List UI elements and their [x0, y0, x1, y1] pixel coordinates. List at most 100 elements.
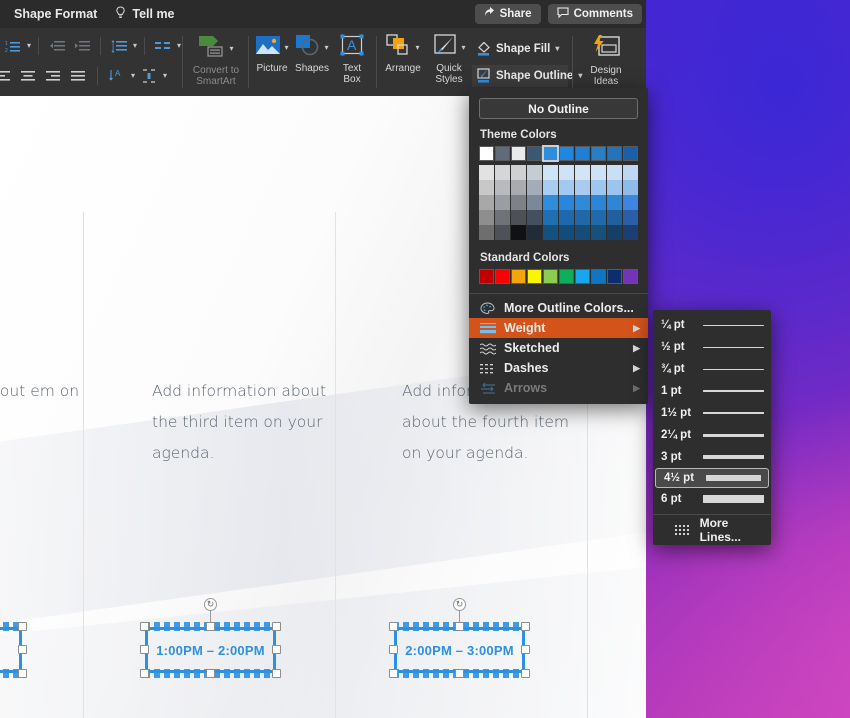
- standard-color-swatch[interactable]: [527, 269, 542, 284]
- weight-option[interactable]: 4½ pt: [655, 468, 769, 488]
- align-center-button[interactable]: [17, 66, 39, 86]
- smartart-caret-icon[interactable]: ▾: [229, 45, 233, 53]
- theme-color-swatch[interactable]: [591, 195, 606, 210]
- theme-color-swatch[interactable]: [607, 210, 622, 225]
- theme-color-swatch[interactable]: [527, 210, 542, 225]
- theme-color-swatch[interactable]: [511, 146, 526, 161]
- weight-option[interactable]: 1½ pt: [653, 402, 771, 424]
- weight-option[interactable]: 6 pt: [653, 488, 771, 510]
- shapes-caret-icon[interactable]: ▾: [324, 44, 328, 52]
- theme-color-swatch[interactable]: [575, 165, 590, 180]
- shape-fill-caret-icon[interactable]: ▾: [555, 45, 559, 53]
- theme-color-swatch[interactable]: [559, 195, 574, 210]
- theme-color-swatch[interactable]: [591, 210, 606, 225]
- theme-color-swatch[interactable]: [575, 146, 590, 161]
- resize-handle[interactable]: [18, 645, 27, 654]
- resize-handle[interactable]: [389, 622, 398, 631]
- theme-color-swatch[interactable]: [543, 210, 558, 225]
- theme-color-swatch[interactable]: [511, 180, 526, 195]
- menu-item-weight[interactable]: Weight▶: [469, 318, 648, 338]
- theme-color-swatch[interactable]: [495, 225, 510, 240]
- theme-color-swatch[interactable]: [591, 225, 606, 240]
- theme-color-swatch[interactable]: [495, 165, 510, 180]
- standard-color-swatch[interactable]: [479, 269, 494, 284]
- theme-color-swatch[interactable]: [559, 180, 574, 195]
- theme-color-swatch[interactable]: [527, 165, 542, 180]
- standard-color-swatch[interactable]: [495, 269, 510, 284]
- time-textbox[interactable]: 1:00PM – 2:00PM ↻: [145, 627, 276, 673]
- increase-indent-button[interactable]: [71, 36, 93, 56]
- quick-styles-caret-icon[interactable]: ▾: [461, 44, 465, 52]
- align-right-button[interactable]: [42, 66, 64, 86]
- theme-color-swatch[interactable]: [479, 146, 494, 161]
- weight-option[interactable]: 3 pt: [653, 446, 771, 468]
- resize-handle[interactable]: [140, 622, 149, 631]
- text-direction-button[interactable]: A: [106, 66, 128, 86]
- design-ideas-button[interactable]: Design Ideas: [576, 28, 636, 87]
- weight-option[interactable]: 2¼ pt: [653, 424, 771, 446]
- standard-color-swatch[interactable]: [591, 269, 606, 284]
- theme-color-swatch[interactable]: [575, 195, 590, 210]
- tab-shape-format[interactable]: Shape Format: [0, 0, 106, 28]
- resize-handle[interactable]: [389, 669, 398, 678]
- share-button[interactable]: Share: [475, 4, 541, 24]
- theme-color-swatch[interactable]: [495, 146, 510, 161]
- line-spacing-caret-icon[interactable]: ▾: [133, 42, 137, 50]
- resize-handle[interactable]: [521, 622, 530, 631]
- theme-color-swatch[interactable]: [495, 180, 510, 195]
- resize-handle[interactable]: [272, 622, 281, 631]
- agenda-item-text[interactable]: Add information about the third item on …: [152, 376, 327, 469]
- standard-color-swatch[interactable]: [575, 269, 590, 284]
- weight-option[interactable]: ½ pt: [653, 336, 771, 358]
- agenda-item-text[interactable]: ion about em on: [0, 376, 82, 407]
- theme-color-swatch[interactable]: [479, 195, 494, 210]
- align-text-caret-icon[interactable]: ▾: [163, 72, 167, 80]
- theme-color-swatch[interactable]: [575, 210, 590, 225]
- picture-button[interactable]: ▾ Picture: [252, 28, 292, 96]
- theme-color-swatch[interactable]: [559, 146, 574, 161]
- theme-color-swatch[interactable]: [479, 180, 494, 195]
- theme-color-swatch[interactable]: [607, 180, 622, 195]
- align-left-button[interactable]: [0, 66, 14, 86]
- arrange-button[interactable]: ▾ Arrange: [380, 28, 426, 96]
- justify-button[interactable]: [67, 66, 89, 86]
- text-direction-caret-icon[interactable]: ▾: [131, 72, 135, 80]
- resize-handle[interactable]: [140, 645, 149, 654]
- theme-color-swatch[interactable]: [527, 180, 542, 195]
- theme-color-swatch[interactable]: [623, 165, 638, 180]
- resize-handle[interactable]: [18, 622, 27, 631]
- rotate-handle[interactable]: ↻: [204, 598, 217, 611]
- numbered-list-button[interactable]: 12: [2, 36, 24, 56]
- menu-item-dashes[interactable]: Dashes▶: [469, 358, 648, 378]
- theme-color-swatch[interactable]: [479, 225, 494, 240]
- resize-handle[interactable]: [272, 645, 281, 654]
- resize-handle[interactable]: [18, 669, 27, 678]
- resize-handle[interactable]: [206, 622, 215, 631]
- resize-handle[interactable]: [206, 669, 215, 678]
- theme-color-swatch[interactable]: [479, 210, 494, 225]
- theme-color-swatch[interactable]: [511, 225, 526, 240]
- theme-color-swatch[interactable]: [575, 180, 590, 195]
- comments-button[interactable]: Comments: [548, 4, 642, 24]
- line-spacing-button[interactable]: [108, 36, 130, 56]
- shape-outline-button[interactable]: Shape Outline ▾: [472, 65, 568, 87]
- shapes-button[interactable]: ▾ Shapes: [292, 28, 332, 96]
- theme-color-swatch[interactable]: [623, 146, 638, 161]
- theme-color-swatch[interactable]: [607, 165, 622, 180]
- resize-handle[interactable]: [455, 622, 464, 631]
- theme-color-swatch[interactable]: [591, 180, 606, 195]
- theme-color-swatch[interactable]: [623, 210, 638, 225]
- tell-me-button[interactable]: Tell me: [106, 0, 183, 28]
- time-textbox[interactable]: AM: [0, 627, 22, 673]
- theme-color-swatch[interactable]: [479, 165, 494, 180]
- resize-handle[interactable]: [389, 645, 398, 654]
- columns-caret-icon[interactable]: ▾: [177, 42, 181, 50]
- menu-item-sketched[interactable]: Sketched▶: [469, 338, 648, 358]
- theme-color-swatch[interactable]: [559, 165, 574, 180]
- standard-color-swatch[interactable]: [623, 269, 638, 284]
- theme-color-swatch[interactable]: [511, 210, 526, 225]
- weight-option[interactable]: 1 pt: [653, 380, 771, 402]
- theme-color-swatch[interactable]: [527, 195, 542, 210]
- theme-color-swatch[interactable]: [559, 210, 574, 225]
- theme-color-swatch[interactable]: [623, 180, 638, 195]
